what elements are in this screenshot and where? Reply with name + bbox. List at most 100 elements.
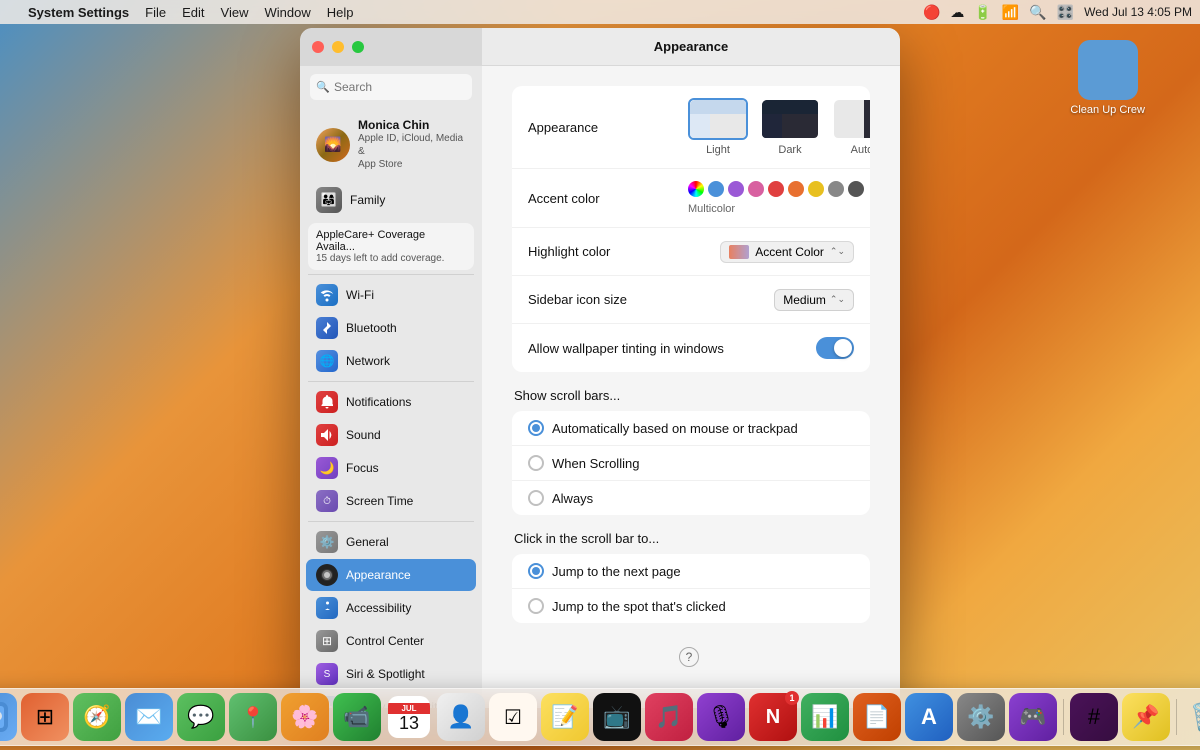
menubar-icloud-icon[interactable]: ☁ — [950, 4, 964, 21]
menubar-control-center-icon[interactable]: 🎛️ — [1057, 4, 1074, 21]
dock-item-mail[interactable]: ✉️ — [125, 693, 173, 741]
mode-dark[interactable]: Dark — [760, 98, 820, 156]
wifi-icon — [316, 284, 338, 306]
click-nextpage-option[interactable]: Jump to the next page — [512, 554, 870, 589]
scrollbar-scrolling-option[interactable]: When Scrolling — [512, 446, 870, 481]
dock-item-syssettings[interactable]: ⚙️ — [957, 693, 1005, 741]
sidebar-item-controlcenter[interactable]: ⊞ Control Center — [306, 625, 476, 657]
menubar-screencapture-icon[interactable]: 🔴 — [923, 4, 940, 21]
dock-item-news[interactable]: N 1 — [749, 693, 797, 741]
scrollbar-scrolling-radio[interactable] — [528, 455, 544, 471]
dock-item-trash[interactable]: 🗑️ — [1183, 693, 1200, 741]
sidebar-item-wifi[interactable]: Wi-Fi — [306, 279, 476, 311]
sidebar-item-screentime[interactable]: ⏱ Screen Time — [306, 485, 476, 517]
menubar-window[interactable]: Window — [264, 5, 310, 20]
accent-multicolor[interactable] — [688, 181, 704, 197]
mode-auto-label: Auto — [851, 144, 870, 156]
dock-item-podcasts[interactable]: 🎙 — [697, 693, 745, 741]
user-sub: Apple ID, iCloud, Media & App Store — [358, 132, 466, 171]
menubar-wifi-icon[interactable]: 📶 — [1002, 4, 1019, 21]
accent-gray[interactable] — [828, 181, 844, 197]
mode-light-thumbnail — [688, 98, 748, 140]
sidebar-icon-current: Medium — [783, 293, 826, 307]
dock-item-stickies[interactable]: 📌 — [1122, 693, 1170, 741]
dock-item-reminders[interactable]: ☑ — [489, 693, 537, 741]
sidebar-item-network[interactable]: 🌐 Network — [306, 345, 476, 377]
dock-item-finder[interactable] — [0, 693, 17, 741]
sidebar-scroll[interactable]: 🌄 Monica Chin Apple ID, iCloud, Media & … — [300, 108, 482, 708]
menubar-view[interactable]: View — [221, 5, 249, 20]
sidebar-divider-1 — [308, 274, 474, 275]
sidebar-user-profile[interactable]: 🌄 Monica Chin Apple ID, iCloud, Media & … — [306, 110, 476, 179]
menubar-file[interactable]: File — [145, 5, 166, 20]
dock-item-slack[interactable]: # — [1070, 693, 1118, 741]
sidebar-item-bluetooth[interactable]: Bluetooth — [306, 312, 476, 344]
applecare-banner[interactable]: AppleCare+ Coverage Availa... 15 days le… — [308, 223, 474, 270]
scrollbar-auto-option[interactable]: Automatically based on mouse or trackpad — [512, 411, 870, 446]
dock-item-music[interactable]: 🎵 — [645, 693, 693, 741]
sidebar-icon-select[interactable]: Medium ⌃⌄ — [774, 289, 854, 311]
accent-purple[interactable] — [728, 181, 744, 197]
scrollbar-auto-label: Automatically based on mouse or trackpad — [552, 421, 798, 436]
accent-colors — [688, 181, 864, 197]
menubar-battery-icon[interactable]: 🔋 — [974, 4, 991, 21]
mode-auto[interactable]: Auto — [832, 98, 870, 156]
sidebar-item-accessibility[interactable]: Accessibility — [306, 592, 476, 624]
search-input[interactable] — [310, 74, 472, 100]
sidebar-item-sound[interactable]: Sound — [306, 419, 476, 451]
dock-item-photos[interactable]: 🌸 — [281, 693, 329, 741]
dock-item-arcade[interactable]: 🎮 — [1009, 693, 1057, 741]
menubar-search-icon[interactable]: 🔍 — [1029, 4, 1046, 21]
scrollbar-always-radio[interactable] — [528, 490, 544, 506]
notifications-label: Notifications — [346, 395, 411, 409]
click-scrollbar-section: Click in the scroll bar to... Jump to th… — [512, 531, 870, 623]
dock-item-pages[interactable]: 📄 — [853, 693, 901, 741]
wallpaper-tinting-value — [816, 337, 854, 359]
controlcenter-icon: ⊞ — [316, 630, 338, 652]
help-button[interactable]: ? — [679, 647, 699, 667]
menubar-edit[interactable]: Edit — [182, 5, 204, 20]
dock-item-appstore[interactable]: A — [905, 693, 953, 741]
menubar-app-name[interactable]: System Settings — [28, 5, 129, 20]
mode-dark-thumbnail — [760, 98, 820, 140]
accent-yellow[interactable] — [808, 181, 824, 197]
click-radio-group: Jump to the next page Jump to the spot t… — [512, 554, 870, 623]
scrollbar-always-option[interactable]: Always — [512, 481, 870, 515]
dock-item-notes[interactable]: 📝 — [541, 693, 589, 741]
accent-dark-gray[interactable] — [848, 181, 864, 197]
mode-light[interactable]: Light — [688, 98, 748, 156]
sidebar-item-general[interactable]: ⚙️ General — [306, 526, 476, 558]
main-scroll[interactable]: Appearance Light — [482, 66, 900, 708]
click-nextpage-radio[interactable] — [528, 563, 544, 579]
accent-blue[interactable] — [708, 181, 724, 197]
highlight-select[interactable]: Accent Color ⌃⌄ — [720, 241, 854, 263]
dock-item-messages[interactable]: 💬 — [177, 693, 225, 741]
dock-item-contacts[interactable]: 👤 — [437, 693, 485, 741]
sidebar-item-focus[interactable]: 🌙 Focus — [306, 452, 476, 484]
dock-item-facetime[interactable]: 📹 — [333, 693, 381, 741]
click-spot-radio[interactable] — [528, 598, 544, 614]
maximize-button[interactable] — [352, 41, 364, 53]
sidebar-item-notifications[interactable]: Notifications — [306, 386, 476, 418]
dock-item-launchpad[interactable]: ⊞ — [21, 693, 69, 741]
desktop-app-label: Clean Up Crew — [1070, 104, 1145, 116]
menubar-help[interactable]: Help — [327, 5, 354, 20]
sidebar-item-appearance[interactable]: Appearance — [306, 559, 476, 591]
dock-item-appletv[interactable]: 📺 — [593, 693, 641, 741]
desktop-app-icon[interactable]: Clean Up Crew — [1070, 40, 1145, 116]
wallpaper-tinting-toggle[interactable] — [816, 337, 854, 359]
highlight-color-value: Accent Color ⌃⌄ — [720, 241, 854, 263]
accent-orange[interactable] — [788, 181, 804, 197]
sidebar-item-family[interactable]: 👨‍👩‍👧 Family — [306, 181, 476, 219]
dock-item-numbers[interactable]: 📊 — [801, 693, 849, 741]
accent-pink[interactable] — [748, 181, 764, 197]
minimize-button[interactable] — [332, 41, 344, 53]
click-spot-option[interactable]: Jump to the spot that's clicked — [512, 589, 870, 623]
close-button[interactable] — [312, 41, 324, 53]
dock-item-calendar[interactable]: JUL 13 — [385, 693, 433, 741]
dock-item-safari[interactable]: 🧭 — [73, 693, 121, 741]
scrollbar-auto-radio[interactable] — [528, 420, 544, 436]
sidebar-item-siri[interactable]: S Siri & Spotlight — [306, 658, 476, 690]
dock-item-maps[interactable]: 📍 — [229, 693, 277, 741]
accent-red[interactable] — [768, 181, 784, 197]
